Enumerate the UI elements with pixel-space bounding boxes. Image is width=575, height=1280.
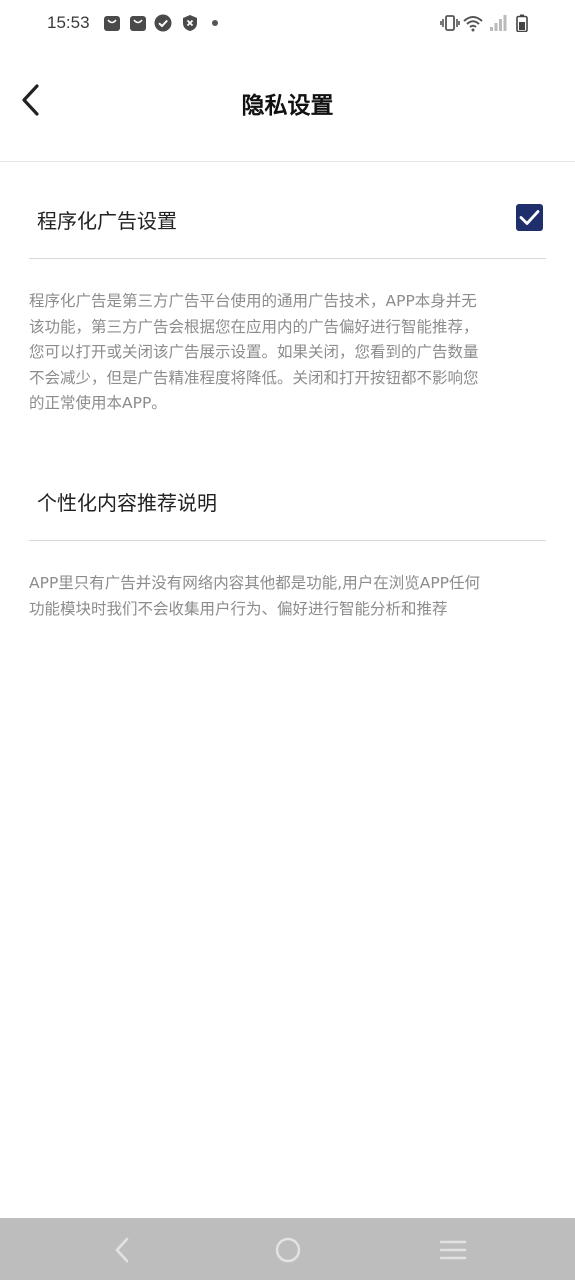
status-time: 15:53 bbox=[47, 13, 90, 32]
description-line: APP里只有广告并没有网络内容其他都是功能,用户在浏览APP任何 bbox=[29, 574, 481, 592]
check-circle-icon bbox=[154, 14, 172, 32]
wifi-icon bbox=[463, 16, 483, 32]
system-nav-bar bbox=[0, 1218, 575, 1280]
bag-icon bbox=[130, 16, 146, 31]
description-line: 您可以打开或关闭该广告展示设置。如果关闭，您看到的广告数量 bbox=[29, 343, 479, 361]
status-bar: 15:53 bbox=[0, 0, 575, 48]
personalized-content-label: 个性化内容推荐说明 bbox=[37, 491, 217, 515]
programmatic-ads-checkbox[interactable] bbox=[516, 204, 543, 231]
nav-back-button[interactable] bbox=[104, 1232, 140, 1268]
description-line: 不会减少，但是广告精准程度将降低。关闭和打开按钮都不影响您 bbox=[29, 368, 479, 387]
description-line: 该功能，第三方广告会根据您在应用内的广告偏好进行智能推荐， bbox=[29, 317, 479, 336]
header: 隐私设置 bbox=[0, 48, 575, 162]
programmatic-ads-label: 程序化广告设置 bbox=[37, 209, 177, 233]
privacy-settings-screen: 15:53 隐私设置 程序化广告设置 程序化广告是第三方广告平台使用的通用广告技… bbox=[0, 0, 575, 1280]
checkmark-icon bbox=[519, 210, 540, 225]
divider bbox=[29, 540, 546, 541]
shield-x-icon bbox=[183, 15, 197, 31]
menu-icon bbox=[439, 1240, 467, 1260]
description-line: 的正常使用本APP。 bbox=[29, 394, 167, 412]
page-title: 隐私设置 bbox=[241, 93, 334, 119]
divider bbox=[29, 258, 546, 259]
bag-icon bbox=[104, 16, 120, 31]
vibrate-icon bbox=[440, 15, 460, 31]
description-line: 程序化广告是第三方广告平台使用的通用广告技术，APP本身并无 bbox=[29, 292, 477, 310]
dot-icon bbox=[212, 20, 218, 26]
personalized-content-description: APP里只有广告并没有网络内容其他都是功能,用户在浏览APP任何 功能模块时我们… bbox=[29, 571, 546, 622]
nav-menu-button[interactable] bbox=[435, 1232, 471, 1268]
home-icon bbox=[275, 1237, 301, 1263]
nav-home-button[interactable] bbox=[270, 1232, 306, 1268]
back-icon bbox=[115, 1237, 129, 1263]
battery-icon bbox=[516, 14, 528, 32]
programmatic-ads-description: 程序化广告是第三方广告平台使用的通用广告技术，APP本身并无 该功能，第三方广告… bbox=[29, 289, 546, 417]
signal-icon bbox=[490, 15, 507, 31]
description-line: 功能模块时我们不会收集用户行为、偏好进行智能分析和推荐 bbox=[29, 599, 448, 618]
